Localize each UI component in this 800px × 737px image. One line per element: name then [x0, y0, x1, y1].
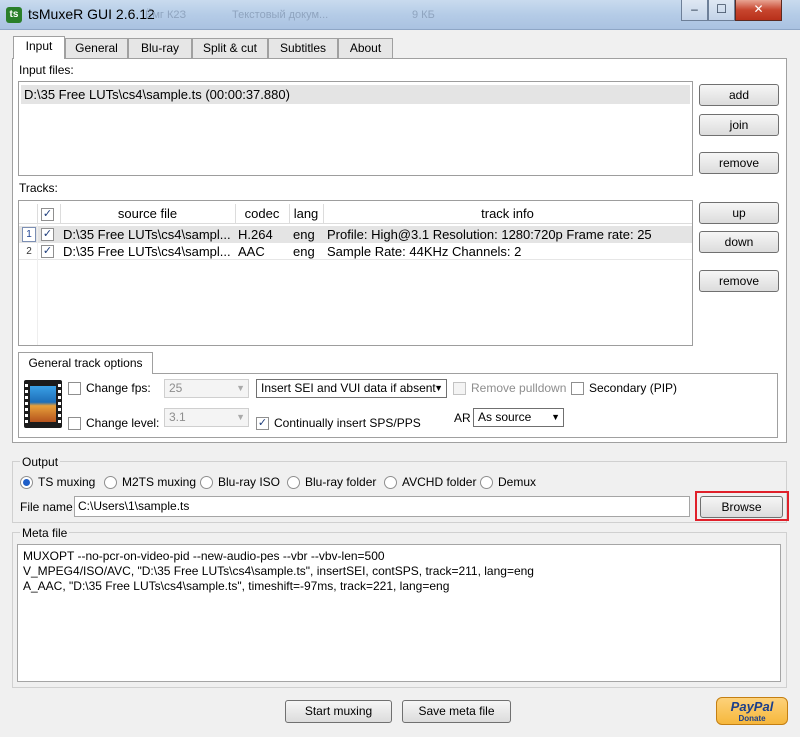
start-muxing-button[interactable]: Start muxing	[285, 700, 392, 723]
track-codec: AAC	[238, 244, 265, 259]
header-checkbox-cell[interactable]: ✓	[37, 204, 61, 224]
donate-label: Donate	[738, 714, 766, 723]
column-codec[interactable]: codec	[235, 204, 290, 224]
tracks-table[interactable]: ✓ source file codec lang track info 1 ✓ …	[18, 200, 693, 346]
tab-blu-ray[interactable]: Blu-ray	[128, 38, 192, 58]
meta-file-label: Meta file	[20, 526, 70, 540]
continually-insert-label: Continually insert SPS/PPS	[274, 416, 421, 430]
join-button[interactable]: join	[699, 114, 779, 136]
remove-pulldown-checkbox[interactable]	[453, 382, 466, 395]
window-title: tsMuxeR GUI 2.6.12	[28, 6, 155, 22]
continually-insert-checkbox[interactable]: ✓	[256, 417, 269, 430]
track-number: 2	[26, 246, 32, 257]
tracks-label: Tracks:	[19, 181, 58, 195]
tracks-header: ✓ source file codec lang track info	[19, 204, 692, 224]
chevron-down-icon: ▼	[236, 383, 245, 393]
background-ghost-text: Текстовый докум...	[232, 9, 329, 21]
title-bar: ts tsMuxeR GUI 2.6.12 Ёмг К2З Текстовый …	[0, 0, 800, 30]
track-lang: eng	[293, 227, 315, 242]
save-meta-file-button[interactable]: Save meta file	[402, 700, 511, 723]
track-source-file: D:\35 Free LUTs\cs4\sampl...	[63, 227, 231, 242]
close-button[interactable]: ✕	[735, 0, 782, 21]
blu-ray-folder-label: Blu-ray folder	[305, 475, 377, 489]
sei-select[interactable]: Insert SEI and VUI data if absent ▼	[256, 379, 447, 398]
check-all-checkbox[interactable]: ✓	[41, 208, 54, 221]
tab-subtitles[interactable]: Subtitles	[268, 38, 338, 58]
down-button[interactable]: down	[699, 231, 779, 253]
m2ts-muxing-label: M2TS muxing	[122, 475, 197, 489]
meta-line: MUXOPT --no-pcr-on-video-pid --new-audio…	[23, 549, 385, 563]
background-ghost-text: 9 КБ	[412, 9, 435, 21]
list-item[interactable]: D:\35 Free LUTs\cs4\sample.ts (00:00:37.…	[21, 85, 690, 104]
app-icon: ts	[6, 7, 22, 23]
input-files-label: Input files:	[19, 63, 74, 77]
output-label: Output	[20, 455, 61, 469]
column-track-info[interactable]: track info	[323, 204, 692, 224]
radio-blu-ray-folder[interactable]	[287, 476, 300, 489]
file-name-input[interactable]: C:\Users\1\sample.ts	[74, 496, 690, 517]
chevron-down-icon: ▼	[551, 412, 560, 422]
background-ghost-text: Ёмг К2З	[145, 9, 187, 21]
change-fps-checkbox[interactable]	[68, 382, 81, 395]
ts-muxing-label: TS muxing	[38, 475, 96, 489]
secondary-pip-label: Secondary (PIP)	[589, 381, 678, 395]
fps-select[interactable]: 25 ▼	[164, 379, 249, 398]
level-select[interactable]: 3.1 ▼	[164, 408, 249, 427]
track-source-file: D:\35 Free LUTs\cs4\sampl...	[63, 244, 231, 259]
remove-pulldown-label: Remove pulldown	[471, 381, 567, 395]
tab-general-track-options[interactable]: General track options	[18, 352, 153, 374]
radio-demux[interactable]	[480, 476, 493, 489]
track-info: Sample Rate: 44KHz Channels: 2	[327, 244, 522, 259]
ar-select[interactable]: As source ▼	[473, 408, 564, 427]
browse-button[interactable]: Browse	[700, 496, 783, 518]
meta-line: V_MPEG4/ISO/AVC, "D:\35 Free LUTs\cs4\sa…	[23, 564, 534, 578]
chevron-down-icon: ▼	[236, 412, 245, 422]
input-files-list[interactable]: D:\35 Free LUTs\cs4\sample.ts (00:00:37.…	[18, 81, 693, 176]
tab-split-cut[interactable]: Split & cut	[192, 38, 268, 58]
up-button[interactable]: up	[699, 202, 779, 224]
radio-m2ts-muxing[interactable]	[104, 476, 117, 489]
secondary-pip-checkbox[interactable]	[571, 382, 584, 395]
meta-line: A_AAC, "D:\35 Free LUTs\cs4\sample.ts", …	[23, 579, 450, 593]
track-info: Profile: High@3.1 Resolution: 1280:720p …	[327, 227, 652, 242]
blu-ray-iso-label: Blu-ray ISO	[218, 475, 281, 489]
file-name-label: File name	[20, 500, 73, 514]
change-level-label: Change level:	[86, 416, 160, 430]
paypal-donate-button[interactable]: PayPal Donate	[716, 697, 788, 725]
tab-input[interactable]: Input	[13, 36, 65, 59]
track-enable-checkbox[interactable]: ✓	[41, 245, 54, 258]
tab-general[interactable]: General	[65, 38, 128, 58]
avchd-folder-label: AVCHD folder	[402, 475, 477, 489]
track-number: 1	[22, 227, 36, 242]
tab-about[interactable]: About	[338, 38, 393, 58]
input-file-path: D:\35 Free LUTs\cs4\sample.ts (00:00:37.…	[24, 87, 290, 102]
film-icon	[24, 380, 62, 428]
track-lang: eng	[293, 244, 315, 259]
track-enable-checkbox[interactable]: ✓	[41, 228, 54, 241]
maximize-button[interactable]: ☐	[708, 0, 735, 21]
ar-label: AR	[454, 411, 471, 425]
remove-file-button[interactable]: remove	[699, 152, 779, 174]
paypal-logo: PayPal	[730, 699, 774, 714]
change-level-checkbox[interactable]	[68, 417, 81, 430]
demux-label: Demux	[498, 475, 537, 489]
column-source-file[interactable]: source file	[60, 204, 236, 224]
table-row[interactable]: 1 ✓ D:\35 Free LUTs\cs4\sampl... H.264 e…	[19, 226, 692, 243]
track-codec: H.264	[238, 227, 273, 242]
meta-file-textarea[interactable]: MUXOPT --no-pcr-on-video-pid --new-audio…	[17, 544, 781, 682]
table-row[interactable]: 2 ✓ D:\35 Free LUTs\cs4\sampl... AAC eng…	[19, 243, 692, 260]
radio-avchd-folder[interactable]	[384, 476, 397, 489]
change-fps-label: Change fps:	[86, 381, 151, 395]
add-button[interactable]: add	[699, 84, 779, 106]
radio-blu-ray-iso[interactable]	[200, 476, 213, 489]
remove-track-button[interactable]: remove	[699, 270, 779, 292]
minimize-button[interactable]: –	[681, 0, 708, 21]
radio-ts-muxing[interactable]	[20, 476, 33, 489]
chevron-down-icon: ▼	[434, 383, 443, 393]
column-lang[interactable]: lang	[289, 204, 324, 224]
